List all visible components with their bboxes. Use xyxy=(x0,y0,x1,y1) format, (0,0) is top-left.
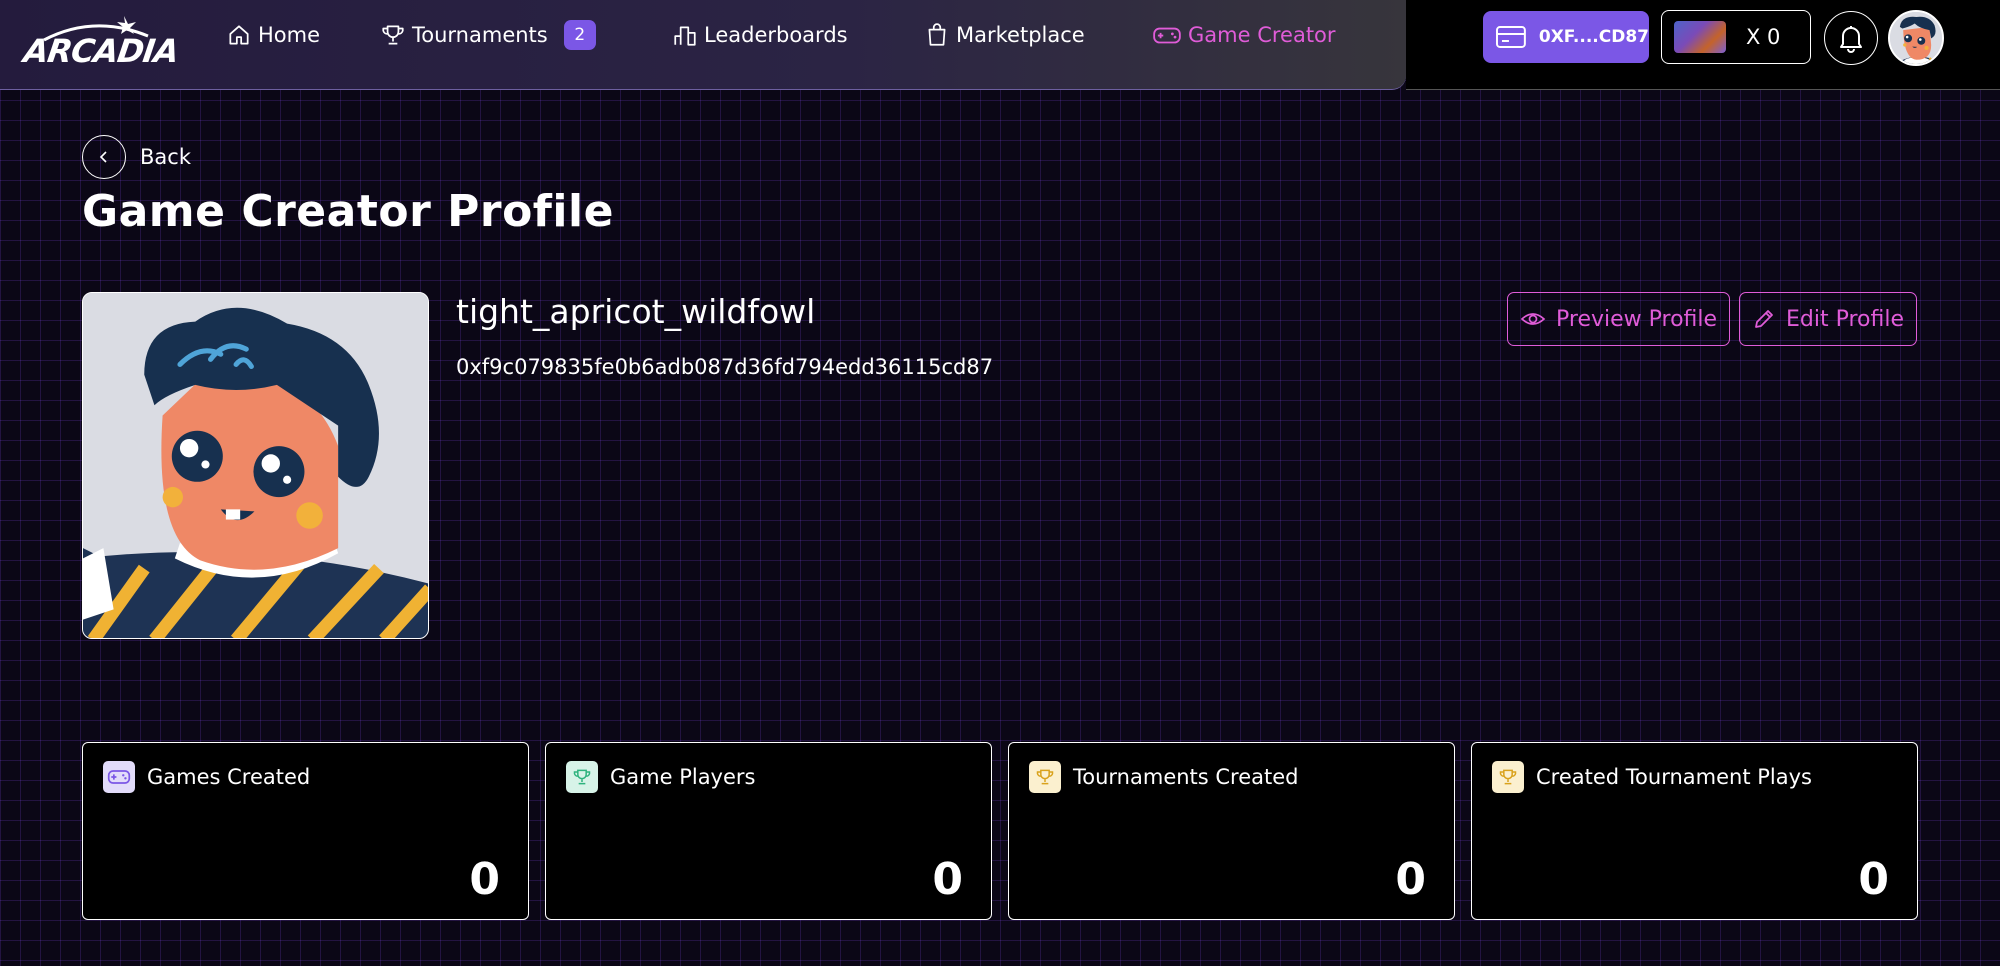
nav-leaderboards-label: Leaderboards xyxy=(704,23,848,47)
pencil-icon xyxy=(1755,310,1773,328)
profile-username: tight_apricot_wildfowl xyxy=(456,292,816,331)
user-avatar[interactable] xyxy=(1888,10,1944,66)
stat-card-games-created: Games Created 0 xyxy=(82,742,529,920)
nav-marketplace-label: Marketplace xyxy=(956,23,1085,47)
gamepad-icon xyxy=(103,761,135,793)
stat-label: Tournaments Created xyxy=(1073,765,1299,789)
stat-card-created-tournament-plays: Created Tournament Plays 0 xyxy=(1471,742,1918,920)
back-label: Back xyxy=(140,145,191,169)
stat-label: Created Tournament Plays xyxy=(1536,765,1812,789)
wallet-address-label: 0XF....CD87 xyxy=(1538,27,1649,47)
wallet-button[interactable]: 0XF....CD87 xyxy=(1483,11,1649,63)
edit-profile-label: Edit Profile xyxy=(1786,306,1905,332)
coin-count: X 0 xyxy=(1746,25,1781,49)
home-icon xyxy=(229,25,249,45)
trophy-icon xyxy=(1029,761,1061,793)
chevron-left-icon xyxy=(82,135,126,179)
edit-profile-button[interactable]: Edit Profile xyxy=(1739,292,1918,346)
nav-marketplace[interactable]: Marketplace xyxy=(924,20,1085,50)
page-title: Game Creator Profile xyxy=(82,186,614,237)
coin-token-icon xyxy=(1674,21,1726,53)
nav-tournaments[interactable]: Tournaments 2 xyxy=(380,20,596,50)
logo-text: ARCADIA xyxy=(21,32,181,70)
shopping-bag-icon xyxy=(928,23,946,46)
notifications-button[interactable] xyxy=(1824,11,1878,65)
stat-label: Game Players xyxy=(610,765,756,789)
stat-value: 0 xyxy=(1395,854,1426,905)
trophy-icon xyxy=(566,761,598,793)
stat-value: 0 xyxy=(932,854,963,905)
card-icon xyxy=(1495,26,1526,48)
nav-home-label: Home xyxy=(258,23,321,47)
stat-card-game-players: Game Players 0 xyxy=(545,742,992,920)
profile-avatar xyxy=(82,292,429,639)
nav-leaderboards[interactable]: Leaderboards xyxy=(672,20,848,50)
stat-card-tournaments-created: Tournaments Created 0 xyxy=(1008,742,1455,920)
trophy-icon xyxy=(1492,761,1524,793)
profile-wallet-address: 0xf9c079835fe0b6adb087d36fd794edd36115cd… xyxy=(456,355,994,379)
preview-profile-button[interactable]: Preview Profile xyxy=(1507,292,1731,346)
profile-avatar-image xyxy=(83,293,428,638)
stat-value: 0 xyxy=(469,854,500,905)
coin-balance[interactable]: X 0 xyxy=(1661,10,1811,64)
bell-icon xyxy=(1840,26,1862,53)
stat-label: Games Created xyxy=(147,765,311,789)
preview-profile-label: Preview Profile xyxy=(1556,306,1718,332)
arcadia-logo[interactable]: ARCADIA xyxy=(21,10,181,70)
eye-icon xyxy=(1520,313,1546,325)
nav-tournaments-label: Tournaments xyxy=(412,23,548,47)
gamepad-icon xyxy=(1153,27,1181,44)
stat-value: 0 xyxy=(1858,854,1889,905)
trophy-icon xyxy=(382,25,404,45)
nav-home[interactable]: Home xyxy=(226,20,320,50)
back-button[interactable]: Back xyxy=(82,135,191,179)
nav-game-creator-label: Game Creator xyxy=(1188,23,1336,47)
tournaments-count-badge: 2 xyxy=(563,20,596,50)
top-nav: ARCADIA Home Tournaments 2 Leaderboards … xyxy=(0,0,1406,90)
leaderboard-icon xyxy=(674,26,696,46)
nav-game-creator[interactable]: Game Creator xyxy=(1152,20,1336,50)
